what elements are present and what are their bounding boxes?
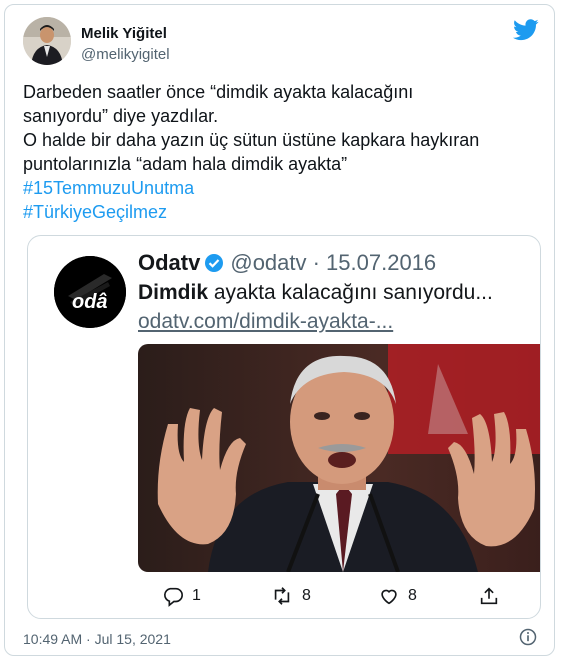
retweet-icon (274, 587, 290, 605)
hashtag-link[interactable]: #15TemmuzuUnutma (23, 176, 538, 200)
like-count: 8 (408, 587, 417, 604)
embedded-photo (138, 344, 540, 572)
tweet-text: Darbeden saatler önce “dimdik ayakta kal… (23, 80, 538, 224)
embedded-text-rest: ayakta kalacağını sanıyordu... (208, 281, 493, 304)
embedded-like: 8 (378, 584, 417, 608)
tweet-timestamp[interactable]: 10:49 AM · Jul 15, 2021 (23, 631, 171, 647)
hashtag-link[interactable]: #TürkiyeGeçilmez (23, 200, 538, 224)
tweet-line: O halde bir daha yazın üç sütun üstüne k… (23, 130, 480, 150)
verified-badge-icon (205, 254, 224, 272)
share-icon (480, 587, 498, 605)
embedded-actions: 1 8 8 (138, 584, 498, 608)
author-name[interactable]: Melik Yiğitel (81, 25, 167, 42)
embedded-tweet-text: Dimdik ayakta kalacağını sanıyordu... (138, 281, 493, 305)
embedded-author-name: Odatv (138, 250, 201, 275)
embedded-retweet: 8 (270, 584, 311, 608)
like-icon (381, 589, 397, 605)
odatv-logo-text: odâ (72, 291, 108, 313)
reply-count: 1 (192, 587, 201, 604)
twitter-bird-icon[interactable] (513, 19, 539, 41)
retweet-count: 8 (302, 587, 311, 604)
embedded-image[interactable]: odâ Odatv @odatv · 15.07.2016 Dimdik ayak… (27, 235, 541, 619)
reply-icon (164, 587, 183, 607)
tweet-header: Melik Yiğitel @melikyigitel (23, 17, 539, 71)
author-handle[interactable]: @melikyigitel (81, 46, 170, 63)
embedded-link: odatv.com/dimdik-ayakta-... (138, 310, 394, 333)
info-icon[interactable] (518, 627, 538, 647)
embedded-text-bold: Dimdik (138, 281, 209, 304)
embedded-handle-date: @odatv · 15.07.2016 (230, 250, 437, 275)
tweet-line: sanıyordu” diye yazdılar. (23, 106, 219, 126)
tweet-line: Darbeden saatler önce “dimdik ayakta kal… (23, 82, 414, 102)
tweet-card: Melik Yiğitel @melikyigitel Darbeden saa… (4, 4, 555, 656)
tweet-line: puntolarınızla “adam hala dimdik ayakta” (23, 154, 348, 174)
author-avatar[interactable] (23, 17, 71, 65)
embedded-reply: 1 (162, 584, 201, 608)
embedded-share (478, 584, 500, 608)
embedded-author: Odatv @odatv · 15.07.2016 (138, 250, 436, 276)
odatv-avatar: odâ (54, 256, 126, 328)
